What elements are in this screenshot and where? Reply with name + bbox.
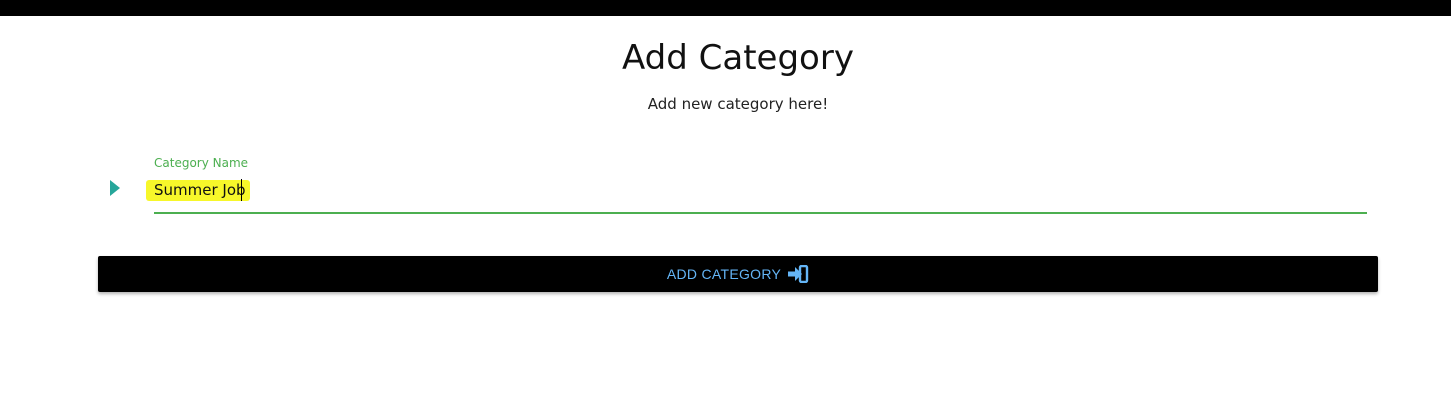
category-name-label: Category Name (154, 156, 249, 170)
category-name-input[interactable]: Summer Job (154, 180, 246, 200)
play-arrow-icon (110, 180, 120, 196)
page-title: Add Category (622, 38, 854, 78)
top-bar (0, 0, 1451, 16)
category-name-field[interactable]: Summer Job (146, 174, 1367, 214)
add-category-button-label: ADD CATEGORY (666, 266, 782, 282)
sign-in-icon (788, 265, 809, 283)
page-subtitle: Add new category here! (647, 95, 829, 113)
text-caret (241, 179, 242, 201)
add-category-button[interactable]: ADD CATEGORY (98, 256, 1378, 292)
